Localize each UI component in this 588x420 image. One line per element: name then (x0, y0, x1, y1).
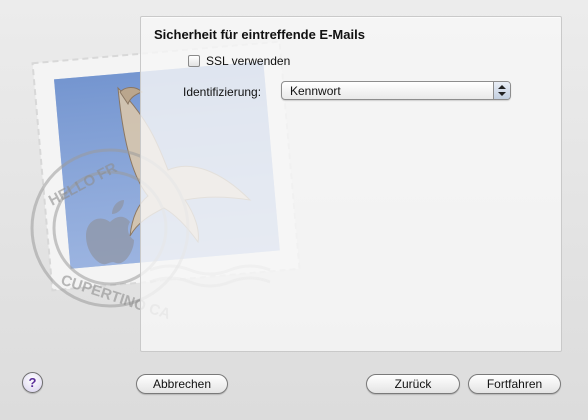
identification-label: Identifizierung: (183, 85, 262, 99)
question-mark-icon: ? (28, 375, 37, 390)
section-title: Sicherheit für eintreffende E-Mails (154, 27, 365, 42)
ssl-checkbox[interactable] (188, 55, 200, 67)
up-down-arrows-icon (493, 82, 510, 99)
ssl-label[interactable]: SSL verwenden (206, 54, 290, 68)
identification-popup[interactable]: Kennwort (281, 81, 511, 100)
cancel-button[interactable]: Abbrechen (136, 374, 228, 394)
help-button[interactable]: ? (22, 372, 43, 393)
identification-value: Kennwort (290, 84, 341, 98)
ssl-option[interactable]: SSL verwenden (188, 53, 290, 69)
back-button[interactable]: Zurück (366, 374, 460, 394)
continue-button[interactable]: Fortfahren (468, 374, 561, 394)
setup-assistant-window: HELLO FR CUPERTINO CA Sicherheit für ein… (0, 0, 588, 420)
settings-panel: Sicherheit für eintreffende E-Mails SSL … (140, 16, 562, 352)
